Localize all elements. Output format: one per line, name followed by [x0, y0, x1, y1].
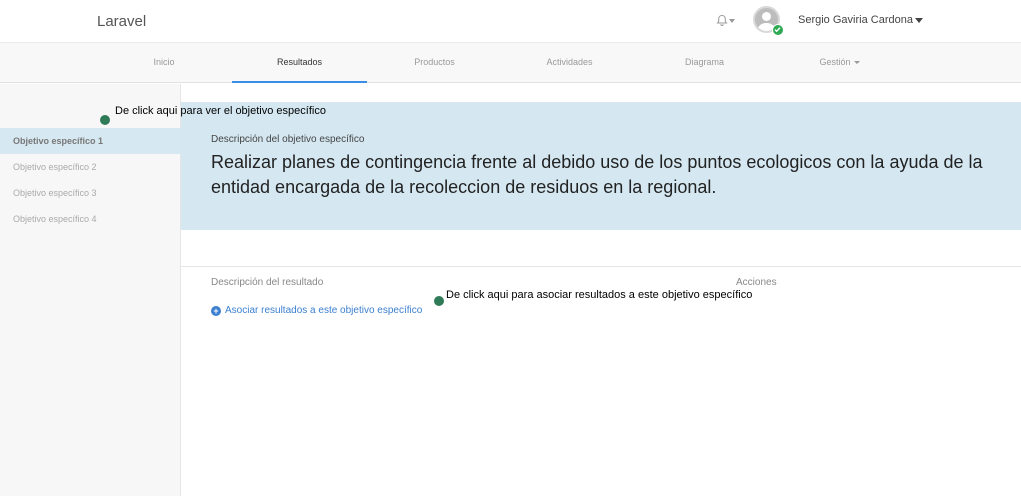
tab-productos[interactable]: Productos: [367, 43, 502, 83]
annotation-dot: [434, 296, 444, 306]
annotation-note-1: De click aqui para ver el objetivo espec…: [115, 105, 326, 117]
chevron-down-icon[interactable]: [915, 18, 923, 23]
tab-gestion-label: Gestión: [819, 57, 851, 67]
annotation-note-2: De click aqui para asociar resultados a …: [446, 289, 753, 301]
tab-actividades[interactable]: Actividades: [502, 43, 637, 83]
objectives-sidebar: Objetivo específico 1 Objetivo específic…: [0, 84, 181, 496]
tab-resultados[interactable]: Resultados: [232, 43, 367, 83]
objective-panel: Descripción del objetivo específico Real…: [181, 102, 1021, 230]
brand-logo[interactable]: Laravel: [97, 13, 146, 30]
sidebar-item-objetivo-3[interactable]: Objetivo específico 3: [0, 180, 181, 206]
sidebar-item-objetivo-2[interactable]: Objetivo específico 2: [0, 154, 181, 180]
sidebar-item-objetivo-4[interactable]: Objetivo específico 4: [0, 206, 181, 232]
column-header-description: Descripción del resultado: [211, 277, 324, 288]
user-menu-name[interactable]: Sergio Gaviria Cardona: [798, 14, 913, 26]
tab-gestion[interactable]: Gestión: [772, 43, 907, 83]
chevron-down-icon[interactable]: [729, 19, 735, 23]
associate-results-label: Asociar resultados a este objetivo espec…: [225, 305, 423, 316]
annotation-dot: [100, 115, 110, 125]
column-header-actions: Acciones: [736, 277, 777, 288]
associate-results-link[interactable]: + Asociar resultados a este objetivo esp…: [211, 305, 422, 316]
objective-text: Realizar planes de contingencia frente a…: [211, 152, 983, 197]
tab-diagrama[interactable]: Diagrama: [637, 43, 772, 83]
objective-label: Descripción del objetivo específico: [211, 134, 365, 145]
chevron-down-icon: [853, 61, 860, 65]
section-tabs: Inicio Resultados Productos Actividades …: [0, 43, 1021, 83]
check-icon: [772, 24, 784, 36]
tab-inicio[interactable]: Inicio: [96, 43, 232, 83]
sidebar-item-objetivo-1[interactable]: Objetivo específico 1: [0, 128, 181, 154]
top-navbar: Laravel Sergio Gaviria Cardona: [0, 0, 1021, 43]
plus-circle-icon: +: [211, 305, 221, 316]
